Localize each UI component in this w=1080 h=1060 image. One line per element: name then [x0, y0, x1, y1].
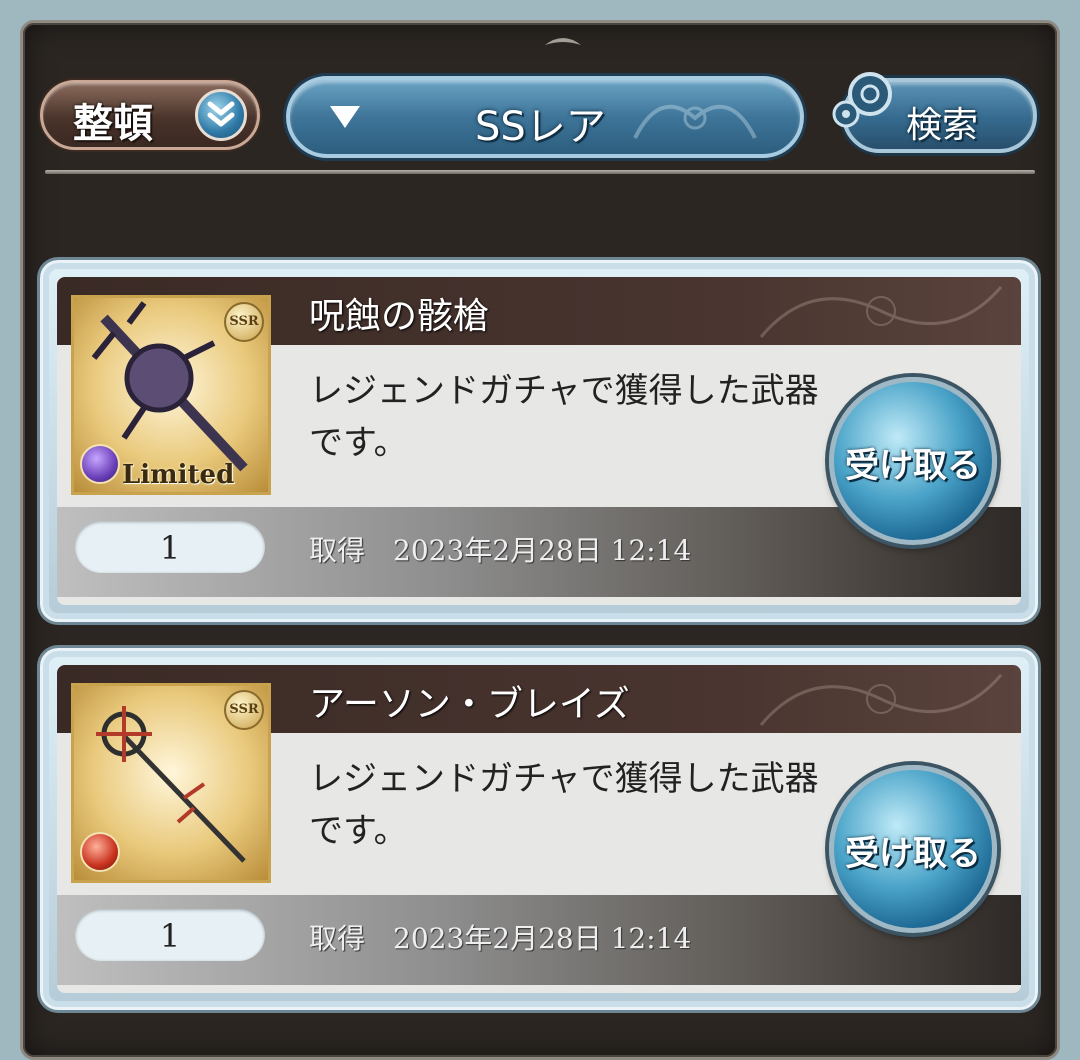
sort-label: 整頓 — [73, 101, 153, 147]
ssr-badge: SSR — [224, 690, 264, 730]
item-quantity: 1 — [159, 529, 181, 567]
acquired-date: 2023年2月28日 12:14 — [393, 922, 692, 955]
item-card: アーソン・ブレイズ レジェンドガチャで獲得した武器です。 1 取得 2023年2… — [40, 648, 1038, 1010]
rarity-filter-label: SSレア — [475, 104, 606, 150]
triangle-down-icon — [330, 106, 360, 128]
quantity-pill: 1 — [75, 521, 265, 573]
item-card-body: 呪蝕の骸槍 レジェンドガチャで獲得した武器です。 1 取得 2023年2月28日… — [57, 277, 1021, 605]
acquired-label: 取得 — [309, 922, 366, 955]
gear-icon — [832, 72, 892, 128]
receive-label: 受け取る — [845, 834, 981, 874]
dark-element-icon — [80, 444, 120, 484]
rarity-filter-dropdown[interactable]: SSレア — [286, 76, 804, 158]
item-name: 呪蝕の骸槍 — [309, 296, 490, 337]
fire-element-icon — [80, 832, 120, 872]
item-description: レジェンドガチャで獲得した武器です。 — [309, 371, 819, 463]
frame-ornament-icon — [545, 38, 581, 45]
item-card-body: アーソン・ブレイズ レジェンドガチャで獲得した武器です。 1 取得 2023年2… — [57, 665, 1021, 993]
weapon-thumbnail[interactable]: SSR Limited — [71, 295, 271, 495]
item-quantity: 1 — [159, 917, 181, 955]
search-label: 検索 — [906, 105, 979, 146]
item-name: アーソン・ブレイズ — [309, 684, 630, 725]
filigree-ornament-icon — [759, 674, 1003, 726]
receive-label: 受け取る — [845, 446, 981, 486]
limited-label: Limited — [122, 460, 235, 490]
divider — [45, 170, 1035, 174]
double-chevron-down-icon — [195, 89, 247, 141]
item-card: 呪蝕の骸槍 レジェンドガチャで獲得した武器です。 1 取得 2023年2月28日… — [40, 260, 1038, 622]
item-description: レジェンドガチャで獲得した武器です。 — [309, 759, 819, 851]
sort-button[interactable]: 整頓 — [40, 80, 260, 150]
quantity-pill: 1 — [75, 909, 265, 961]
weapon-thumbnail[interactable]: SSR — [71, 683, 271, 883]
receive-button[interactable]: 受け取る — [829, 765, 997, 933]
ssr-badge: SSR — [224, 302, 264, 342]
filigree-ornament-icon — [633, 104, 757, 139]
receive-button[interactable]: 受け取る — [829, 377, 997, 545]
filigree-ornament-icon — [759, 286, 1003, 338]
acquired-label: 取得 — [309, 534, 366, 567]
acquired-date: 2023年2月28日 12:14 — [393, 534, 692, 567]
